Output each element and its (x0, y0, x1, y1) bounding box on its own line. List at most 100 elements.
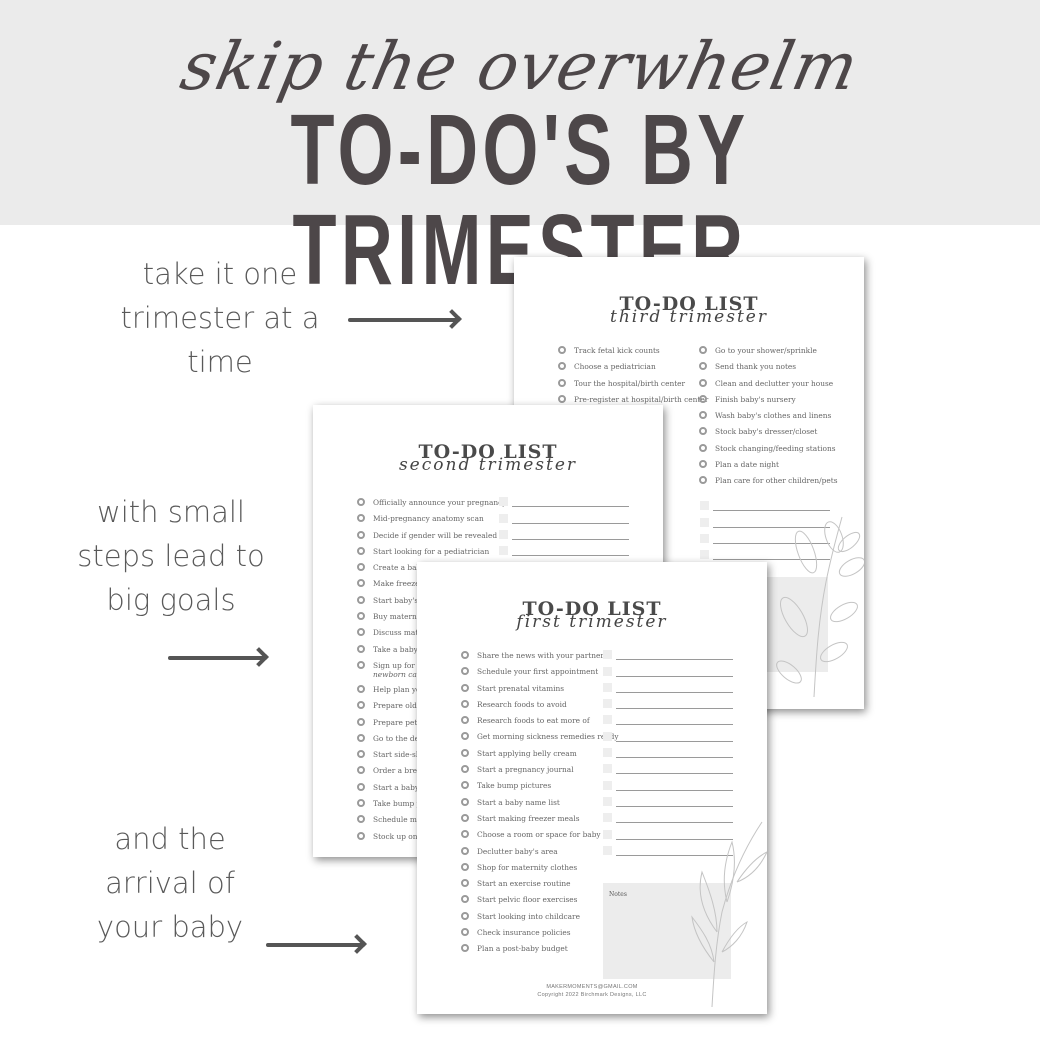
checkbox-circle-icon[interactable] (699, 378, 707, 387)
checklist-item[interactable]: Plan care for other children/pets (699, 476, 838, 492)
blank-checkbox[interactable] (700, 517, 709, 527)
write-in-line[interactable] (616, 757, 733, 759)
checkbox-circle-icon[interactable] (461, 879, 469, 888)
write-in-line[interactable] (616, 724, 733, 726)
checkbox-circle-icon[interactable] (357, 831, 365, 840)
checkbox-circle-icon[interactable] (357, 579, 365, 588)
checkbox-circle-icon[interactable] (461, 699, 469, 708)
blank-entry-row[interactable] (603, 776, 733, 792)
checkbox-circle-icon[interactable] (461, 944, 469, 953)
checklist-item[interactable]: Shop for maternity clothes (461, 862, 619, 879)
checkbox-circle-icon[interactable] (357, 595, 365, 604)
blank-entry-row[interactable] (700, 513, 830, 529)
blank-checkbox[interactable] (499, 529, 508, 539)
checkbox-circle-icon[interactable] (357, 701, 365, 710)
checkbox-circle-icon[interactable] (558, 362, 566, 371)
checkbox-circle-icon[interactable] (699, 362, 707, 371)
checklist-item[interactable]: Go to your shower/sprinkle (699, 346, 838, 362)
blank-entry-row[interactable] (499, 493, 629, 509)
checkbox-circle-icon[interactable] (461, 928, 469, 937)
write-in-line[interactable] (512, 506, 629, 508)
blank-checkbox[interactable] (603, 682, 612, 692)
checklist-item[interactable]: Choose a room or space for baby (461, 830, 619, 846)
blank-entry-row[interactable] (603, 727, 733, 743)
blank-entry-row[interactable] (603, 793, 733, 809)
checkbox-circle-icon[interactable] (461, 716, 469, 725)
write-in-line[interactable] (713, 542, 830, 544)
blank-checkbox[interactable] (603, 650, 612, 660)
checklist-item[interactable]: Take bump pictures (461, 781, 619, 797)
checkbox-circle-icon[interactable] (461, 797, 469, 806)
checkbox-circle-icon[interactable] (461, 862, 469, 871)
checkbox-circle-icon[interactable] (357, 660, 365, 669)
checklist-item[interactable]: Wash baby's clothes and linens (699, 411, 838, 427)
checkbox-circle-icon[interactable] (357, 498, 365, 506)
blank-entry-row[interactable] (700, 530, 830, 546)
checklist-item[interactable]: Stock baby's dresser/closet (699, 427, 838, 443)
checklist-item[interactable]: Start making freezer meals (461, 813, 619, 830)
write-in-line[interactable] (616, 805, 733, 807)
checkbox-circle-icon[interactable] (357, 612, 365, 621)
checkbox-circle-icon[interactable] (357, 799, 365, 808)
checklist-item[interactable]: Officially announce your pregnancy (357, 498, 506, 514)
checklist-item[interactable]: Start pelvic floor exercises (461, 895, 619, 911)
checkbox-circle-icon[interactable] (357, 546, 365, 555)
checkbox-circle-icon[interactable] (558, 346, 566, 354)
blank-entry-row[interactable] (603, 711, 733, 727)
checkbox-circle-icon[interactable] (357, 563, 365, 572)
blank-entry-row[interactable] (499, 509, 629, 525)
checklist-item[interactable]: Schedule your first appointment (461, 667, 619, 683)
blank-entry-row[interactable] (603, 825, 733, 841)
blank-checkbox[interactable] (603, 829, 612, 839)
blank-checkbox[interactable] (603, 748, 612, 758)
checkbox-circle-icon[interactable] (461, 683, 469, 692)
write-in-line[interactable] (512, 522, 629, 524)
checklist-item[interactable]: Start applying belly cream (461, 748, 619, 765)
write-in-line[interactable] (616, 659, 733, 661)
checkbox-circle-icon[interactable] (461, 813, 469, 822)
checkbox-circle-icon[interactable] (357, 750, 365, 759)
blank-entry-row[interactable] (603, 760, 733, 776)
checklist-item[interactable]: Research foods to avoid (461, 699, 619, 716)
blank-entry-row[interactable] (603, 679, 733, 695)
checkbox-circle-icon[interactable] (357, 717, 365, 726)
blank-checkbox[interactable] (499, 497, 508, 507)
blank-checkbox[interactable] (603, 813, 612, 823)
checklist-item[interactable]: Start looking into childcare (461, 911, 619, 928)
blank-checkbox[interactable] (603, 796, 612, 806)
checklist-item[interactable]: Plan a post-baby budget (461, 944, 619, 960)
write-in-line[interactable] (616, 838, 733, 840)
checkbox-circle-icon[interactable] (461, 781, 469, 790)
blank-checkbox[interactable] (700, 501, 709, 511)
checkbox-circle-icon[interactable] (461, 732, 469, 741)
checkbox-circle-icon[interactable] (461, 667, 469, 676)
checkbox-circle-icon[interactable] (357, 733, 365, 742)
write-in-line[interactable] (616, 854, 733, 856)
checkbox-circle-icon[interactable] (357, 782, 365, 791)
checkbox-circle-icon[interactable] (357, 628, 365, 637)
blank-entry-row[interactable] (499, 542, 629, 558)
write-in-line[interactable] (713, 510, 830, 512)
blank-entry-row[interactable] (700, 497, 830, 513)
blank-entry-row[interactable] (499, 526, 629, 542)
blank-checkbox[interactable] (499, 513, 508, 523)
blank-checkbox[interactable] (700, 550, 709, 560)
write-in-line[interactable] (616, 789, 733, 791)
checklist-item[interactable]: Get morning sickness remedies ready (461, 732, 619, 748)
checklist-item[interactable]: Start looking for a pediatrician (357, 546, 506, 563)
write-in-line[interactable] (616, 773, 733, 775)
checklist-item[interactable]: Tour the hospital/birth center (558, 378, 708, 395)
blank-entry-row[interactable] (603, 809, 733, 825)
checkbox-circle-icon[interactable] (461, 765, 469, 774)
blank-checkbox[interactable] (603, 699, 612, 709)
checkbox-circle-icon[interactable] (699, 460, 707, 469)
checklist-item[interactable]: Send thank you notes (699, 362, 838, 378)
checklist-item[interactable]: Start a baby name list (461, 797, 619, 814)
checklist-item[interactable]: Plan a date night (699, 460, 838, 476)
checkbox-circle-icon[interactable] (699, 476, 707, 485)
blank-entry-row[interactable] (603, 662, 733, 678)
checkbox-circle-icon[interactable] (357, 644, 365, 653)
blank-checkbox[interactable] (700, 533, 709, 543)
blank-entry-row[interactable] (603, 744, 733, 760)
write-in-line[interactable] (616, 822, 733, 824)
